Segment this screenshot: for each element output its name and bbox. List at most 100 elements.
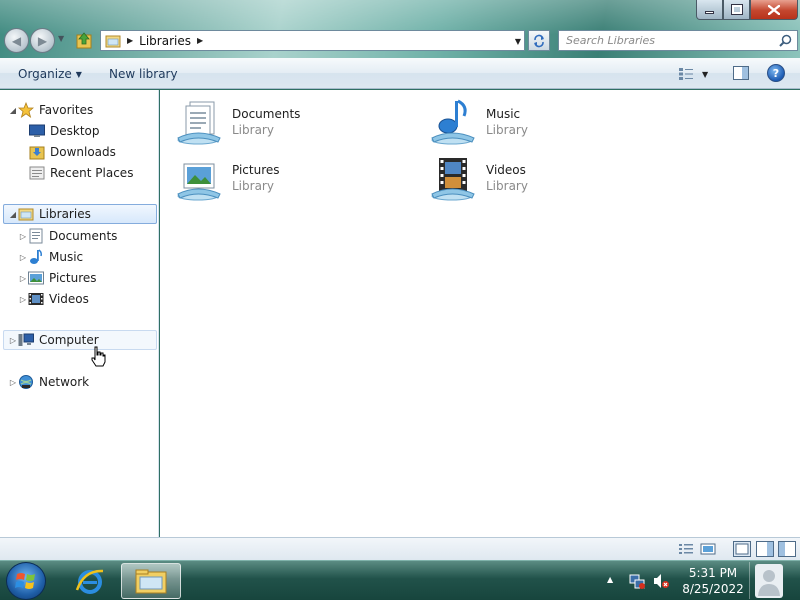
minimize-button[interactable] xyxy=(696,0,723,20)
collapsed-triangle-icon[interactable]: ▷ xyxy=(18,232,28,241)
nav-videos[interactable]: ▷ Videos xyxy=(18,289,89,309)
details-pane-icon[interactable] xyxy=(756,541,774,557)
preview-pane-toggle-icon[interactable] xyxy=(778,541,796,557)
start-button[interactable] xyxy=(6,562,46,600)
up-folder-icon[interactable] xyxy=(76,31,92,49)
library-type: Library xyxy=(486,179,528,193)
library-name: Documents xyxy=(232,107,301,121)
system-clock[interactable]: 5:31 PM 8/25/2022 xyxy=(678,565,748,597)
address-history-dropdown[interactable]: ▼ xyxy=(515,37,521,46)
recent-places-icon xyxy=(29,165,45,181)
internet-explorer-icon xyxy=(75,569,104,594)
library-type: Library xyxy=(232,179,274,193)
taskbar-windows-explorer[interactable] xyxy=(121,563,181,599)
nav-documents-label: Documents xyxy=(49,229,118,243)
hand-cursor-icon xyxy=(91,346,106,367)
preview-pane-icon[interactable] xyxy=(733,66,749,80)
music-icon xyxy=(28,249,44,265)
network-status-icon[interactable] xyxy=(628,572,646,590)
chevron-down-icon: ▼ xyxy=(75,70,82,79)
help-button[interactable]: ? xyxy=(767,64,785,82)
desktop-icon xyxy=(29,123,45,139)
nav-music-label: Music xyxy=(49,250,84,264)
pictures-library-icon xyxy=(177,163,221,201)
large-icons-view-icon[interactable] xyxy=(700,542,716,556)
nav-desktop[interactable]: Desktop xyxy=(29,121,100,141)
change-view-button[interactable]: ▼ xyxy=(678,66,714,82)
taskbar-internet-explorer[interactable] xyxy=(68,564,112,598)
breadcrumb-separator[interactable]: ▶ xyxy=(197,36,203,45)
forward-arrow-icon: ▶ xyxy=(37,33,48,48)
nav-videos-label: Videos xyxy=(49,292,89,306)
new-library-button[interactable]: New library xyxy=(109,67,178,81)
nav-documents[interactable]: ▷ Documents xyxy=(18,226,117,246)
expanded-triangle-icon[interactable]: ◢ xyxy=(8,106,18,115)
taskbar: ▲ 5:31 PM 8/25/2022 xyxy=(0,560,800,600)
chevron-down-icon: ▼ xyxy=(702,69,709,79)
collapsed-triangle-icon[interactable]: ▷ xyxy=(18,274,28,283)
nav-recent-places[interactable]: Recent Places xyxy=(29,163,133,183)
collapsed-triangle-icon[interactable]: ▷ xyxy=(18,253,28,262)
library-tile-pictures[interactable]: Pictures Library xyxy=(176,152,416,204)
nav-pictures-label: Pictures xyxy=(49,271,97,285)
maximize-button[interactable] xyxy=(723,0,750,20)
nav-desktop-label: Desktop xyxy=(50,124,100,138)
maximize-icon xyxy=(730,4,743,15)
search-icon[interactable] xyxy=(779,34,792,47)
library-tile-documents[interactable]: Documents Library xyxy=(176,96,416,148)
documents-icon xyxy=(28,228,44,244)
videos-library-icon xyxy=(431,158,475,201)
refresh-icon xyxy=(534,34,544,47)
computer-icon xyxy=(18,332,34,348)
nav-computer-label: Computer xyxy=(39,333,99,347)
library-tile-music[interactable]: Music Library xyxy=(430,96,670,148)
command-bar: Organize ▼ New library ▼ ? xyxy=(0,58,800,89)
search-input[interactable] xyxy=(566,34,776,47)
nav-network[interactable]: ▷ Network xyxy=(8,372,89,392)
nav-music[interactable]: ▷ Music xyxy=(18,247,83,267)
nav-network-label: Network xyxy=(39,375,90,389)
library-type: Library xyxy=(486,123,528,137)
downloads-folder-icon xyxy=(29,144,45,160)
nav-computer[interactable]: ▷ Computer xyxy=(3,330,157,350)
nav-downloads-label: Downloads xyxy=(50,145,116,159)
user-avatar-button[interactable] xyxy=(749,562,787,599)
hide-panes-icon[interactable] xyxy=(733,541,751,557)
navigation-pane: ◢ Favorites Desktop Downloads Recent Pla… xyxy=(0,90,159,537)
pictures-icon xyxy=(28,270,44,286)
search-box[interactable] xyxy=(558,30,798,51)
nav-favorites[interactable]: ◢ Favorites xyxy=(8,100,93,120)
libraries-icon xyxy=(105,35,121,47)
breadcrumb[interactable]: Libraries xyxy=(139,34,191,48)
collapsed-triangle-icon[interactable]: ▷ xyxy=(8,336,18,345)
refresh-button[interactable] xyxy=(528,30,550,51)
status-bar xyxy=(0,537,800,560)
music-library-icon xyxy=(431,99,475,145)
details-view-icon[interactable] xyxy=(678,542,694,556)
user-avatar-icon xyxy=(754,563,783,598)
nav-libraries-label: Libraries xyxy=(39,207,91,221)
library-name: Videos xyxy=(486,163,526,177)
volume-muted-icon[interactable] xyxy=(652,572,670,590)
collapsed-triangle-icon[interactable]: ▷ xyxy=(18,295,28,304)
recent-pages-dropdown[interactable]: ▼ xyxy=(58,34,64,43)
documents-library-icon xyxy=(177,101,221,145)
breadcrumb-separator[interactable]: ▶ xyxy=(127,36,133,45)
show-hidden-icons-button[interactable]: ▲ xyxy=(607,575,613,584)
organize-button[interactable]: Organize ▼ xyxy=(18,67,82,81)
library-name: Pictures xyxy=(232,163,280,177)
back-arrow-icon: ◀ xyxy=(11,33,22,48)
library-tile-videos[interactable]: Videos Library xyxy=(430,152,670,204)
collapsed-triangle-icon[interactable]: ▷ xyxy=(8,378,18,387)
expanded-triangle-icon[interactable]: ◢ xyxy=(8,210,18,219)
forward-button[interactable]: ▶ xyxy=(30,28,55,53)
back-button[interactable]: ◀ xyxy=(4,28,29,53)
clock-date: 8/25/2022 xyxy=(682,582,744,596)
address-bar[interactable]: ▶ Libraries ▶ ▼ xyxy=(100,30,525,51)
nav-downloads[interactable]: Downloads xyxy=(29,142,116,162)
close-icon xyxy=(768,4,780,15)
close-button[interactable] xyxy=(750,0,798,20)
network-icon xyxy=(18,374,34,390)
nav-libraries[interactable]: ◢ Libraries xyxy=(3,204,157,224)
nav-pictures[interactable]: ▷ Pictures xyxy=(18,268,97,288)
